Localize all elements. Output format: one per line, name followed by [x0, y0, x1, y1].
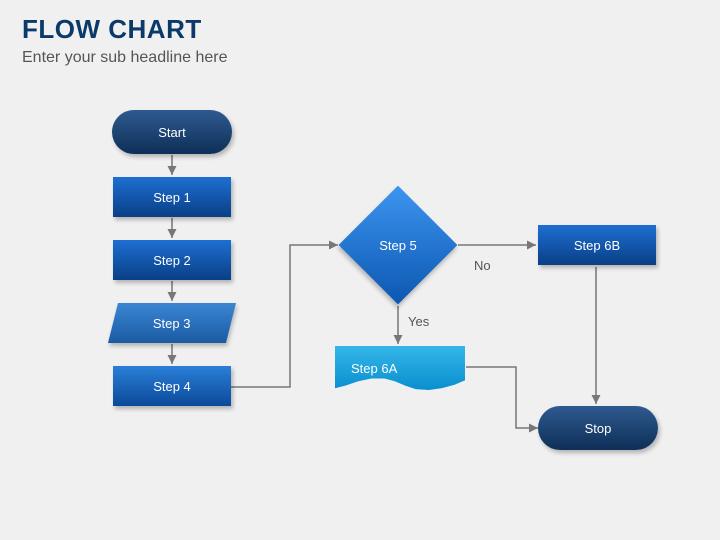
node-step2-label: Step 2	[153, 253, 191, 268]
node-step5: Step 5	[338, 185, 458, 305]
node-step2: Step 2	[113, 240, 231, 280]
node-stop: Stop	[538, 406, 658, 450]
flowchart-canvas: Start Step 1 Step 2 Step 3 Step 4 Step 5…	[0, 0, 720, 540]
node-step1-label: Step 1	[153, 190, 191, 205]
page-title: Flow Chart	[22, 14, 698, 45]
edge-label-no: No	[474, 258, 491, 273]
node-step6a: Step 6A	[335, 346, 465, 390]
node-step4: Step 4	[113, 366, 231, 406]
node-step1: Step 1	[113, 177, 231, 217]
diamond-shape	[339, 186, 458, 305]
node-step4-label: Step 4	[153, 379, 191, 394]
header: Flow Chart Enter your sub headline here	[0, 0, 720, 67]
node-start-label: Start	[158, 125, 185, 140]
node-step6a-label: Step 6A	[351, 361, 397, 376]
node-step3: Step 3	[108, 303, 236, 343]
node-stop-label: Stop	[585, 421, 612, 436]
node-step6b-label: Step 6B	[574, 238, 620, 253]
page-subtitle: Enter your sub headline here	[22, 49, 698, 67]
node-step5-label: Step 5	[379, 238, 417, 253]
connector-layer	[0, 0, 720, 540]
node-step3-label: Step 3	[153, 316, 191, 331]
edge-label-yes: Yes	[408, 314, 429, 329]
node-start: Start	[112, 110, 232, 154]
node-step6b: Step 6B	[538, 225, 656, 265]
